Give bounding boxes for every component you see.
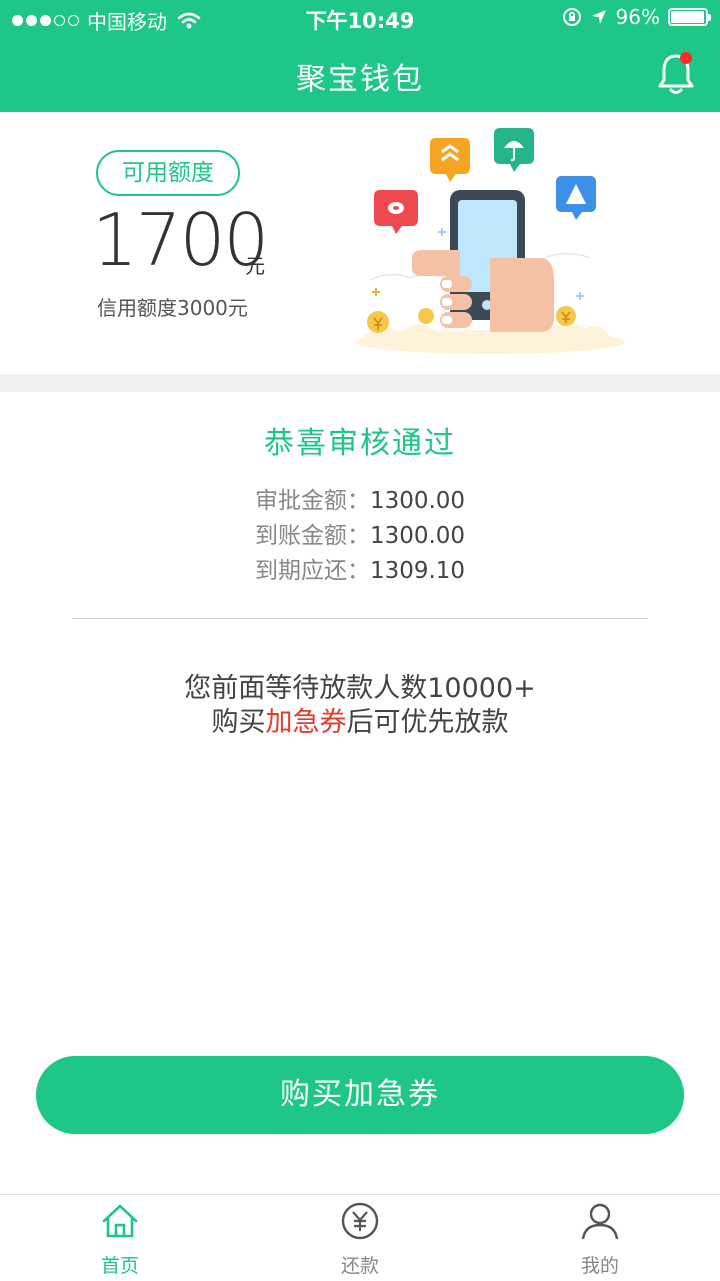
- nav-bar: 聚宝钱包: [0, 36, 720, 112]
- tab-mine-label: 我的: [580, 1255, 619, 1277]
- notification-badge: [680, 52, 692, 64]
- location-arrow-icon: [591, 10, 606, 24]
- tab-home-label: 首页: [100, 1255, 139, 1277]
- received-amount-row: 到账金额：1300.00: [0, 516, 720, 550]
- yuan-circle-icon: [341, 1202, 379, 1240]
- buy-express-voucher-button[interactable]: 购买加急券: [36, 1056, 684, 1134]
- promo-suffix: 后可优先放款: [346, 707, 509, 738]
- tab-mine[interactable]: 我的: [530, 1195, 670, 1281]
- tab-repay[interactable]: 还款: [290, 1195, 430, 1281]
- received-amount-value: 1300.00: [369, 523, 466, 549]
- notification-button[interactable]: [654, 50, 698, 98]
- due-amount-value: 1309.10: [369, 558, 466, 584]
- priority-promo-text: 购买加急券后可优先放款: [0, 700, 720, 739]
- tab-bar: 首页 还款 我的: [0, 1194, 720, 1281]
- due-amount-row: 到期应还：1309.10: [0, 551, 720, 585]
- promo-prefix: 购买: [211, 707, 266, 738]
- battery-percent: 96%: [615, 5, 660, 29]
- available-quota-badge: 可用额度: [96, 150, 240, 196]
- approved-amount-row: 审批金额：1300.00: [0, 481, 720, 515]
- tab-repay-label: 还款: [340, 1255, 379, 1277]
- received-amount-label: 到账金额：: [254, 523, 370, 549]
- approved-amount-label: 审批金额：: [254, 488, 370, 514]
- status-right: 96%: [562, 5, 711, 29]
- home-icon: [102, 1204, 138, 1238]
- express-voucher-link: 加急券: [265, 707, 347, 738]
- page-title: 聚宝钱包: [296, 62, 424, 97]
- status-bar: 中国移动 下午10:49 96%: [0, 0, 720, 36]
- battery-icon: [668, 8, 711, 26]
- available-amount: 1700: [92, 198, 269, 282]
- user-icon: [581, 1203, 619, 1240]
- content-divider: [72, 618, 648, 619]
- approved-amount-value: 1300.00: [369, 488, 466, 514]
- tab-home[interactable]: 首页: [50, 1195, 190, 1281]
- section-divider: [0, 374, 720, 392]
- due-amount-label: 到期应还：: [254, 558, 370, 584]
- phone-hand-illustration: [355, 128, 625, 354]
- rotation-lock-icon: [562, 8, 581, 26]
- amount-unit: 元: [245, 254, 265, 278]
- credit-panel: 可用额度 1700 元 信用额度3000元: [0, 112, 720, 374]
- credit-limit: 信用额度3000元: [97, 296, 248, 320]
- approval-title: 恭喜审核通过: [264, 426, 456, 461]
